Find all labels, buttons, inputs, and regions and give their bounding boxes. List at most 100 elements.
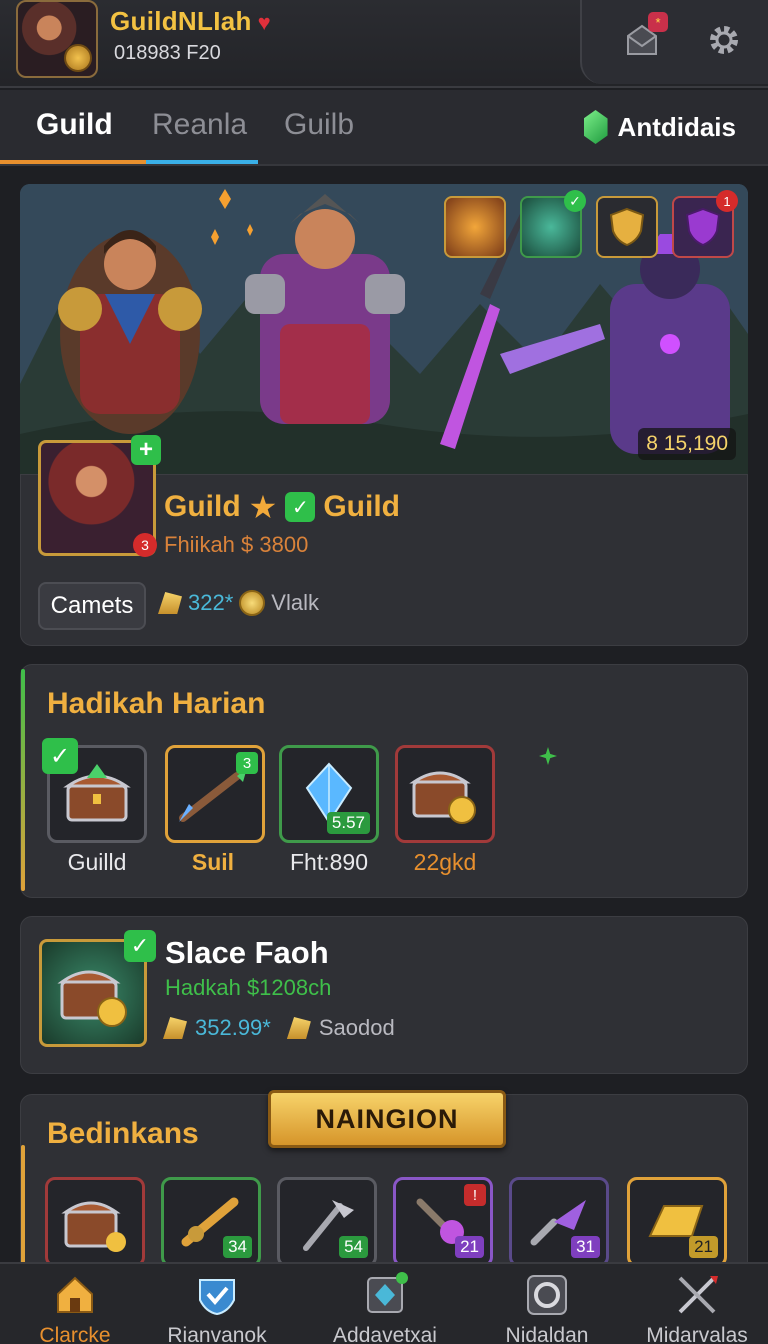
check-icon: ✓ [564,190,586,212]
verified-icon: ✓ [124,930,156,962]
reward-label-3: Fht:890 [290,849,368,875]
reward-label-2: Suil [191,849,235,875]
tab-reanla[interactable]: Reanla [152,108,247,142]
heart-icon: ♥ [257,10,272,35]
panel-accent [21,1145,25,1271]
special-offer-panel[interactable]: ✓ Slace Faoh Hadkah $1208ch 352.99* Saod… [20,916,748,1074]
gold-chest-icon [409,771,476,824]
bedinkans-item-4[interactable]: ! 21 [393,1177,493,1267]
item-count: 21 [455,1236,484,1258]
reward-slot-1[interactable]: ✓ [42,738,147,843]
item-count: 21 [689,1236,718,1258]
reward-slot-4[interactable] [395,745,495,843]
special-offer-stats: 352.99* Saodod [163,1015,395,1041]
nav-label: Rianvanok [167,1324,267,1344]
currency-label: Antdidais [617,111,736,142]
guild-subtitle: Fhiikah $ 3800 [164,532,309,557]
guild-stat-value: 322* [188,590,234,615]
avatar-badge: 3 [133,533,157,557]
panel-accent [21,669,25,891]
guild-avatar[interactable]: + 3 [38,435,161,557]
bedinkans-title: Bedinkans [47,1117,199,1150]
tab-guilb[interactable]: Guilb [284,108,354,142]
mail-badge: * [648,12,668,32]
nav-label: Nidaldan [505,1324,589,1344]
notification-badge: 1 [716,190,738,212]
bedinkans-item-3[interactable]: 54 [277,1177,377,1267]
item-count: 31 [571,1236,600,1258]
shield-check-icon [199,1279,235,1316]
bottom-navigation: Clarcke Rianvanok Addavetxai Nidaldan Mi… [0,1262,768,1344]
green-sparkle-icon [539,747,557,765]
hero-icon-row: ✓ 1 [444,190,738,258]
tab-underline-secondary [146,160,258,164]
top-right-actions: * [580,0,768,84]
camets-button[interactable]: Camets [38,582,146,630]
nav-label: Clarcke [39,1324,111,1344]
daily-rewards-title: Hadikah Harian [47,687,266,720]
tab-underline-active [0,160,146,164]
mail-button[interactable]: * [618,12,668,64]
hero-portrait-1[interactable] [444,196,506,258]
daily-rewards-panel: Hadikah Harian ✓ 3 5.57 Guilld Suil Fht:… [20,664,748,898]
item-alert-badge: ! [464,1184,486,1206]
nav-rianvanok[interactable]: Rianvanok [142,1270,292,1344]
guild-stat-label: Vlalk [271,590,319,615]
shield-icon [609,207,645,247]
settings-button[interactable] [700,16,748,64]
top-bar: GuildNLIah ♥ 018983 F20 * [0,0,768,88]
reward-slot-2[interactable]: 3 [165,745,265,843]
bedinkans-item-5[interactable]: 31 [509,1177,609,1267]
item-count: 34 [223,1236,252,1258]
reward-slot-3[interactable]: 5.57 [279,745,379,843]
bedinkans-item-6[interactable]: 21 [627,1177,727,1267]
currency-display[interactable]: Antdidais [583,110,736,144]
treasure-chest-icon [57,970,127,1027]
nav-label: Addavetxai [333,1324,437,1344]
bedinkans-item-2[interactable]: 34 [161,1177,261,1267]
player-name: GuildNLIah ♥ [110,6,271,37]
tab-guild[interactable]: Guild [36,108,113,142]
home-icon [57,1276,93,1313]
plus-icon[interactable]: + [131,435,161,465]
reward-count: 5.57 [326,812,370,834]
crown-icon [286,1017,311,1039]
diamond-frame-icon [367,1272,408,1313]
player-avatar[interactable] [16,0,98,78]
reward-label-4: 22gkd [413,849,477,875]
guild-name-right: Guild [323,490,400,523]
claimed-check-icon: ✓ [42,738,78,774]
verified-icon: ✓ [285,492,316,522]
special-offer-chest[interactable]: ✓ [39,930,156,1047]
rank-medal-icon [64,44,92,72]
player-name-text: GuildNLIah [110,6,252,36]
power-value: 8 15,190 [638,428,736,460]
special-stat-value: 352.99* [195,1015,271,1040]
special-offer-subtitle: Hadkah $1208ch [165,975,332,1000]
guild-stats: 322* Vlalk [158,590,319,616]
treasure-chest-icon [61,1201,126,1252]
hero-portrait-2[interactable]: ✓ [520,190,586,258]
naingion-banner-button[interactable]: NAINGION [268,1090,506,1148]
special-stat-label: Saodod [318,1015,395,1040]
purple-shield-slot[interactable]: 1 [672,190,738,258]
reward-label-1: Guilld [67,849,127,875]
ring-icon [527,1275,567,1315]
nav-nidaldan[interactable]: Nidaldan [472,1270,622,1344]
nav-clarcke[interactable]: Clarcke [0,1270,150,1344]
coin-icon [239,590,266,616]
guild-hero-banner: ✓ 1 8 15,190 [20,184,748,474]
tab-bar: Guild Reanla Guilb Antdidais [0,90,768,166]
bedinkans-item-1[interactable] [45,1177,145,1267]
gear-icon [710,26,738,54]
item-count: 54 [339,1236,368,1258]
nav-midarvalas[interactable]: Midarvalas [622,1270,768,1344]
guild-title: Guild ★ ✓ Guild [164,488,400,526]
gold-ingot-icon [158,592,182,614]
nav-label: Midarvalas [646,1324,748,1344]
shield-slot[interactable] [596,196,658,258]
guild-name-left: Guild [164,490,241,523]
player-id: 018983 F20 [114,42,221,64]
nav-addavetxai[interactable]: Addavetxai [310,1270,460,1344]
purple-shield-icon [685,207,721,247]
